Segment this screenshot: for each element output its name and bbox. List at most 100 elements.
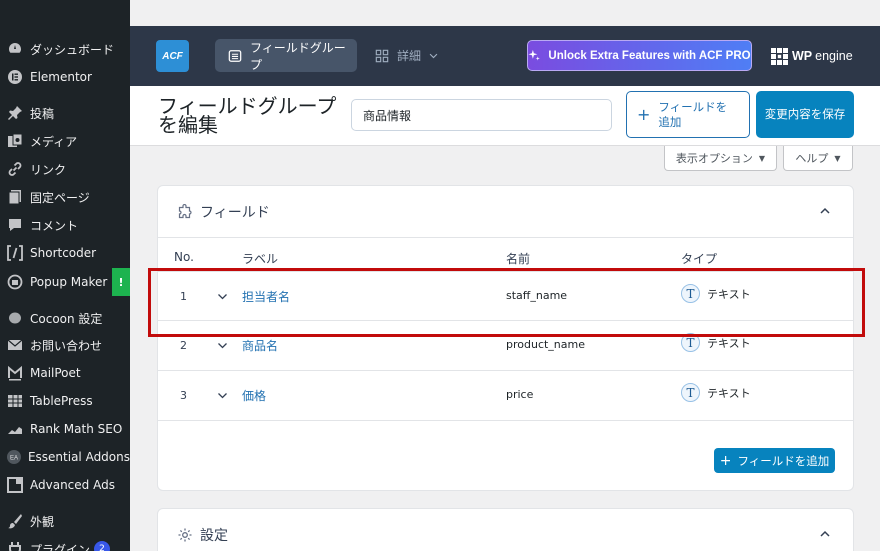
- sidebar-item-cocoon[interactable]: Cocoon 設定: [0, 304, 130, 332]
- sidebar-item-label: Elementor: [30, 70, 92, 84]
- table-row[interactable]: 2 商品名 product_name T テキスト: [158, 321, 853, 371]
- sidebar-item-label: 外観: [30, 514, 55, 529]
- sidebar-item-label: Popup Maker: [30, 275, 108, 289]
- fields-panel-header[interactable]: フィールド: [158, 186, 853, 238]
- sidebar-item-media[interactable]: メディア: [0, 127, 130, 155]
- add-field-button-top[interactable]: + フィールドを追加: [626, 91, 750, 138]
- save-changes-button[interactable]: 変更内容を保存: [756, 91, 854, 138]
- sidebar-item-label: 固定ページ: [30, 190, 90, 205]
- sidebar-item-label: コメント: [30, 218, 79, 233]
- settings-panel-header[interactable]: 設定: [158, 509, 853, 551]
- popup-icon: [0, 274, 30, 290]
- help-tab[interactable]: ヘルプ ▼: [783, 146, 853, 171]
- fields-panel: フィールド No. ラベル 名前 タイプ 1 担当者名 staff_name T…: [157, 185, 854, 491]
- sidebar-item-shortcoder[interactable]: Shortcoder: [0, 239, 130, 267]
- add-field-button-bottom[interactable]: + フィールドを追加: [714, 448, 835, 473]
- sidebar-item-label: メディア: [30, 134, 78, 149]
- field-name: product_name: [506, 338, 586, 351]
- sidebar-item-essential-addons[interactable]: EA Essential Addons: [0, 443, 130, 471]
- acf-header: ACF フィールドグループ 詳細 Unlock Extra Features w…: [130, 26, 880, 86]
- sidebar-item-label: 投稿: [30, 106, 55, 121]
- sidebar-item-pages[interactable]: 固定ページ: [0, 183, 130, 211]
- dashboard-icon: [0, 41, 30, 57]
- field-label-link[interactable]: 価格: [242, 387, 266, 404]
- sidebar-item-advanced-ads[interactable]: Advanced Ads: [0, 471, 130, 499]
- plus-icon: +: [719, 452, 732, 469]
- field-group-title-input[interactable]: [351, 99, 612, 131]
- field-type-label: テキスト: [707, 287, 751, 301]
- sidebar-item-mailpoet[interactable]: MailPoet: [0, 359, 130, 387]
- chevron-up-icon[interactable]: [819, 205, 831, 217]
- gear-icon: [178, 528, 192, 542]
- sidebar-item-label: ダッシュボード: [30, 42, 115, 57]
- field-type: T テキスト: [681, 383, 751, 402]
- sidebar-item-label: Cocoon 設定: [30, 311, 103, 326]
- sidebar-item-label: プラグイン: [30, 542, 91, 551]
- wp-engine-logo[interactable]: WP engine: [771, 46, 853, 66]
- sidebar-item-label: Advanced Ads: [30, 478, 115, 492]
- sidebar-item-contact[interactable]: お問い合わせ: [0, 331, 130, 359]
- field-label-link[interactable]: 商品名: [242, 337, 278, 354]
- field-type-label: テキスト: [707, 386, 751, 400]
- sidebar-item-appearance[interactable]: 外観: [0, 507, 130, 535]
- nav-field-groups-label: フィールドグループ: [250, 40, 346, 72]
- unlock-pro-label: Unlock Extra Features with ACF PRO: [548, 49, 751, 62]
- nav-field-groups[interactable]: フィールドグループ: [215, 39, 357, 72]
- sidebar-item-label: Rank Math SEO: [30, 422, 123, 436]
- text-type-icon: T: [681, 383, 700, 402]
- sidebar-item-label: Essential Addons: [27, 450, 130, 464]
- chevron-down-icon[interactable]: [217, 340, 228, 351]
- sidebar-item-dashboard[interactable]: ダッシュボード: [0, 35, 130, 63]
- chevron-up-icon[interactable]: [819, 528, 831, 540]
- chevron-down-icon: [429, 53, 438, 59]
- sidebar-item-label: MailPoet: [30, 366, 81, 380]
- column-no: No.: [174, 250, 194, 264]
- sidebar-item-comments[interactable]: コメント: [0, 211, 130, 239]
- unlock-pro-button[interactable]: Unlock Extra Features with ACF PRO: [527, 40, 752, 71]
- sparkle-icon: [528, 49, 541, 61]
- sidebar-item-links[interactable]: リンク: [0, 155, 130, 183]
- sidebar-item-tablepress[interactable]: TablePress: [0, 387, 130, 415]
- chevron-down-icon[interactable]: [217, 390, 228, 401]
- ea-icon: EA: [0, 449, 28, 465]
- sidebar-item-label: TablePress: [30, 394, 93, 408]
- chevron-down-icon[interactable]: [217, 291, 228, 302]
- table-row[interactable]: 1 担当者名 staff_name T テキスト: [158, 271, 853, 321]
- popup-maker-notice-badge: !: [112, 268, 130, 296]
- elementor-icon: [0, 69, 30, 85]
- field-name: price: [506, 388, 534, 401]
- nav-details-label: 詳細: [397, 49, 422, 63]
- plugin-icon: [0, 541, 30, 551]
- row-number: 2: [180, 339, 187, 352]
- acf-logo[interactable]: ACF: [156, 40, 189, 72]
- row-number: 1: [180, 290, 187, 303]
- field-name: staff_name: [506, 289, 568, 302]
- sidebar-item-posts[interactable]: 投稿: [0, 99, 130, 127]
- column-label: ラベル: [242, 252, 279, 266]
- link-icon: [0, 161, 30, 177]
- caret-down-icon: ▼: [834, 153, 841, 163]
- ads-icon: [0, 477, 30, 493]
- fields-panel-title: フィールド: [200, 204, 270, 221]
- add-field-label: フィールドを追加: [658, 99, 728, 129]
- sidebar-item-plugins[interactable]: プラグイン 2: [0, 535, 130, 551]
- sidebar-item-elementor[interactable]: Elementor: [0, 63, 130, 91]
- svg-text:EA: EA: [10, 456, 18, 462]
- screen: ダッシュボード Elementor 投稿 メディア リンク 固定ページ コメント: [0, 0, 880, 551]
- row-number: 3: [180, 389, 187, 402]
- caret-down-icon: ▼: [758, 153, 766, 163]
- sidebar-item-label: リンク: [30, 162, 67, 177]
- table-row[interactable]: 3 価格 price T テキスト: [158, 371, 853, 421]
- screen-options-tab[interactable]: 表示オプション ▼: [664, 146, 777, 171]
- screen-options-label: 表示オプション: [675, 152, 753, 165]
- comment-icon: [0, 217, 30, 233]
- field-label-link[interactable]: 担当者名: [242, 288, 290, 305]
- page-icon: [0, 189, 30, 205]
- nav-details[interactable]: 詳細: [375, 39, 439, 72]
- title-bar: フィールドグループを編集 + フィールドを追加 変更内容を保存: [130, 86, 880, 146]
- sidebar-item-rank-math[interactable]: Rank Math SEO: [0, 415, 130, 443]
- admin-sidebar: ダッシュボード Elementor 投稿 メディア リンク 固定ページ コメント: [0, 0, 130, 551]
- sidebar-item-popup-maker[interactable]: Popup Maker: [0, 268, 130, 296]
- mailpoet-icon: [0, 365, 30, 381]
- settings-panel-title: 設定: [200, 528, 228, 544]
